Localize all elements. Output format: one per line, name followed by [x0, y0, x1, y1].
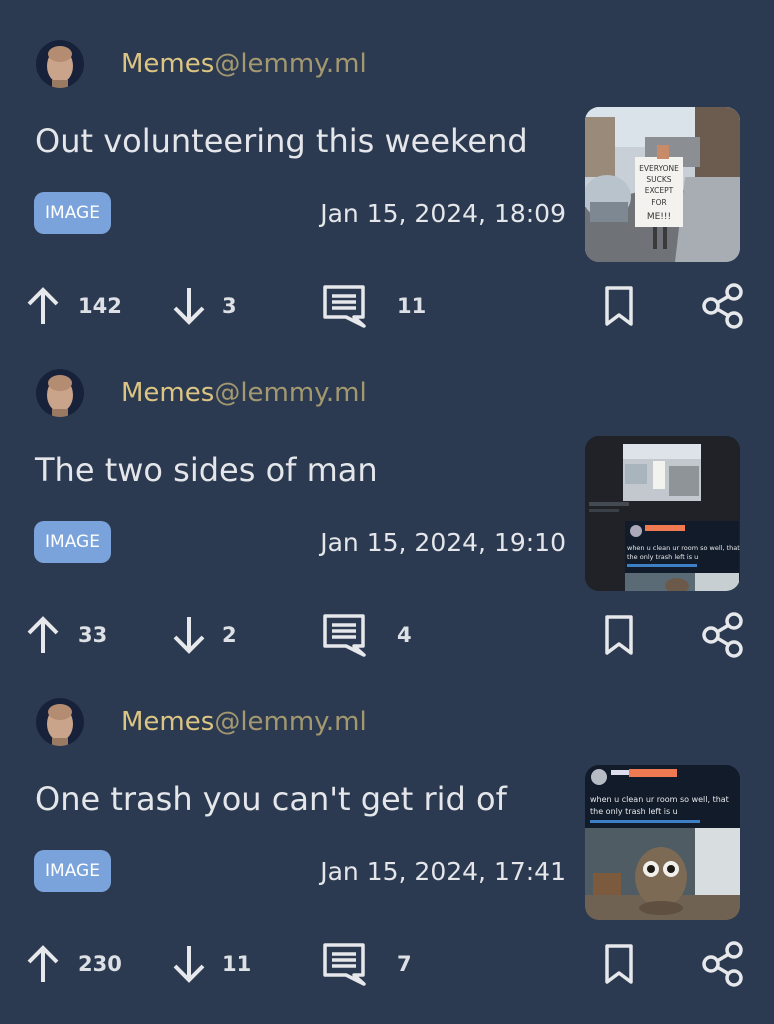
upvote-count: 230: [78, 952, 122, 976]
tweet-text-line: the only trash left is u: [590, 807, 678, 816]
comment-icon[interactable]: [320, 282, 368, 330]
downvote-count: 2: [222, 623, 237, 647]
image-badge: IMAGE: [34, 192, 111, 234]
post-thumbnail[interactable]: EVERYONE SUCKS EXCEPT FOR ME!!!: [585, 107, 740, 262]
post-title[interactable]: Out volunteering this weekend: [35, 122, 528, 160]
community-avatar[interactable]: [36, 698, 84, 746]
post-date: Jan 15, 2024, 19:10: [320, 528, 566, 557]
community-name[interactable]: Memes@lemmy.ml: [121, 49, 367, 79]
post-date: Jan 15, 2024, 17:41: [320, 857, 566, 886]
post-actions: 33 2 4: [0, 611, 774, 659]
post-feed: Memes@lemmy.ml Out volunteering this wee…: [0, 0, 774, 1024]
arrow-down-icon[interactable]: [171, 940, 207, 988]
post-actions: 230 11 7: [0, 940, 774, 988]
upvote-count: 142: [78, 294, 122, 318]
share-icon[interactable]: [701, 282, 745, 330]
arrow-up-icon[interactable]: [25, 611, 61, 659]
comment-count: 11: [397, 294, 427, 318]
share-icon[interactable]: [701, 940, 745, 988]
post-card[interactable]: Memes@lemmy.ml The two sides of man IMAG…: [0, 329, 774, 658]
arrow-down-icon[interactable]: [171, 282, 207, 330]
sign-text-line: EVERYONE: [639, 164, 679, 173]
community-avatar[interactable]: [36, 40, 84, 88]
image-badge: IMAGE: [34, 521, 111, 563]
sign-text-line: FOR: [651, 198, 666, 207]
post-thumbnail[interactable]: when u clean ur room so well, that the o…: [585, 765, 740, 920]
post-card[interactable]: Memes@lemmy.ml Out volunteering this wee…: [0, 0, 774, 329]
post-actions: 142 3 11: [0, 282, 774, 330]
image-badge: IMAGE: [34, 850, 111, 892]
downvote-count: 3: [222, 294, 237, 318]
bookmark-icon[interactable]: [602, 282, 636, 330]
share-icon[interactable]: [701, 611, 745, 659]
post-card[interactable]: Memes@lemmy.ml One trash you can't get r…: [0, 658, 774, 987]
community-name[interactable]: Memes@lemmy.ml: [121, 378, 367, 408]
arrow-up-icon[interactable]: [25, 282, 61, 330]
community-avatar[interactable]: [36, 369, 84, 417]
post-title[interactable]: The two sides of man: [35, 451, 378, 489]
arrow-down-icon[interactable]: [171, 611, 207, 659]
bookmark-icon[interactable]: [602, 611, 636, 659]
community-name[interactable]: Memes@lemmy.ml: [121, 707, 367, 737]
upvote-count: 33: [78, 623, 108, 647]
tweet-text-line: the only trash left is u: [627, 553, 698, 561]
arrow-up-icon[interactable]: [25, 940, 61, 988]
comment-count: 7: [397, 952, 412, 976]
post-date: Jan 15, 2024, 18:09: [320, 199, 566, 228]
sign-text-line: SUCKS: [646, 175, 671, 184]
post-thumbnail[interactable]: when u clean ur room so well, that the o…: [585, 436, 740, 591]
comment-count: 4: [397, 623, 412, 647]
downvote-count: 11: [222, 952, 252, 976]
bookmark-icon[interactable]: [602, 940, 636, 988]
tweet-text-line: when u clean ur room so well, that: [627, 544, 740, 552]
tweet-text-line: when u clean ur room so well, that: [590, 795, 729, 804]
comment-icon[interactable]: [320, 940, 368, 988]
post-title[interactable]: One trash you can't get rid of: [35, 780, 507, 818]
sign-text-line: EXCEPT: [645, 186, 674, 195]
comment-icon[interactable]: [320, 611, 368, 659]
sign-text-line: ME!!!: [647, 212, 671, 222]
